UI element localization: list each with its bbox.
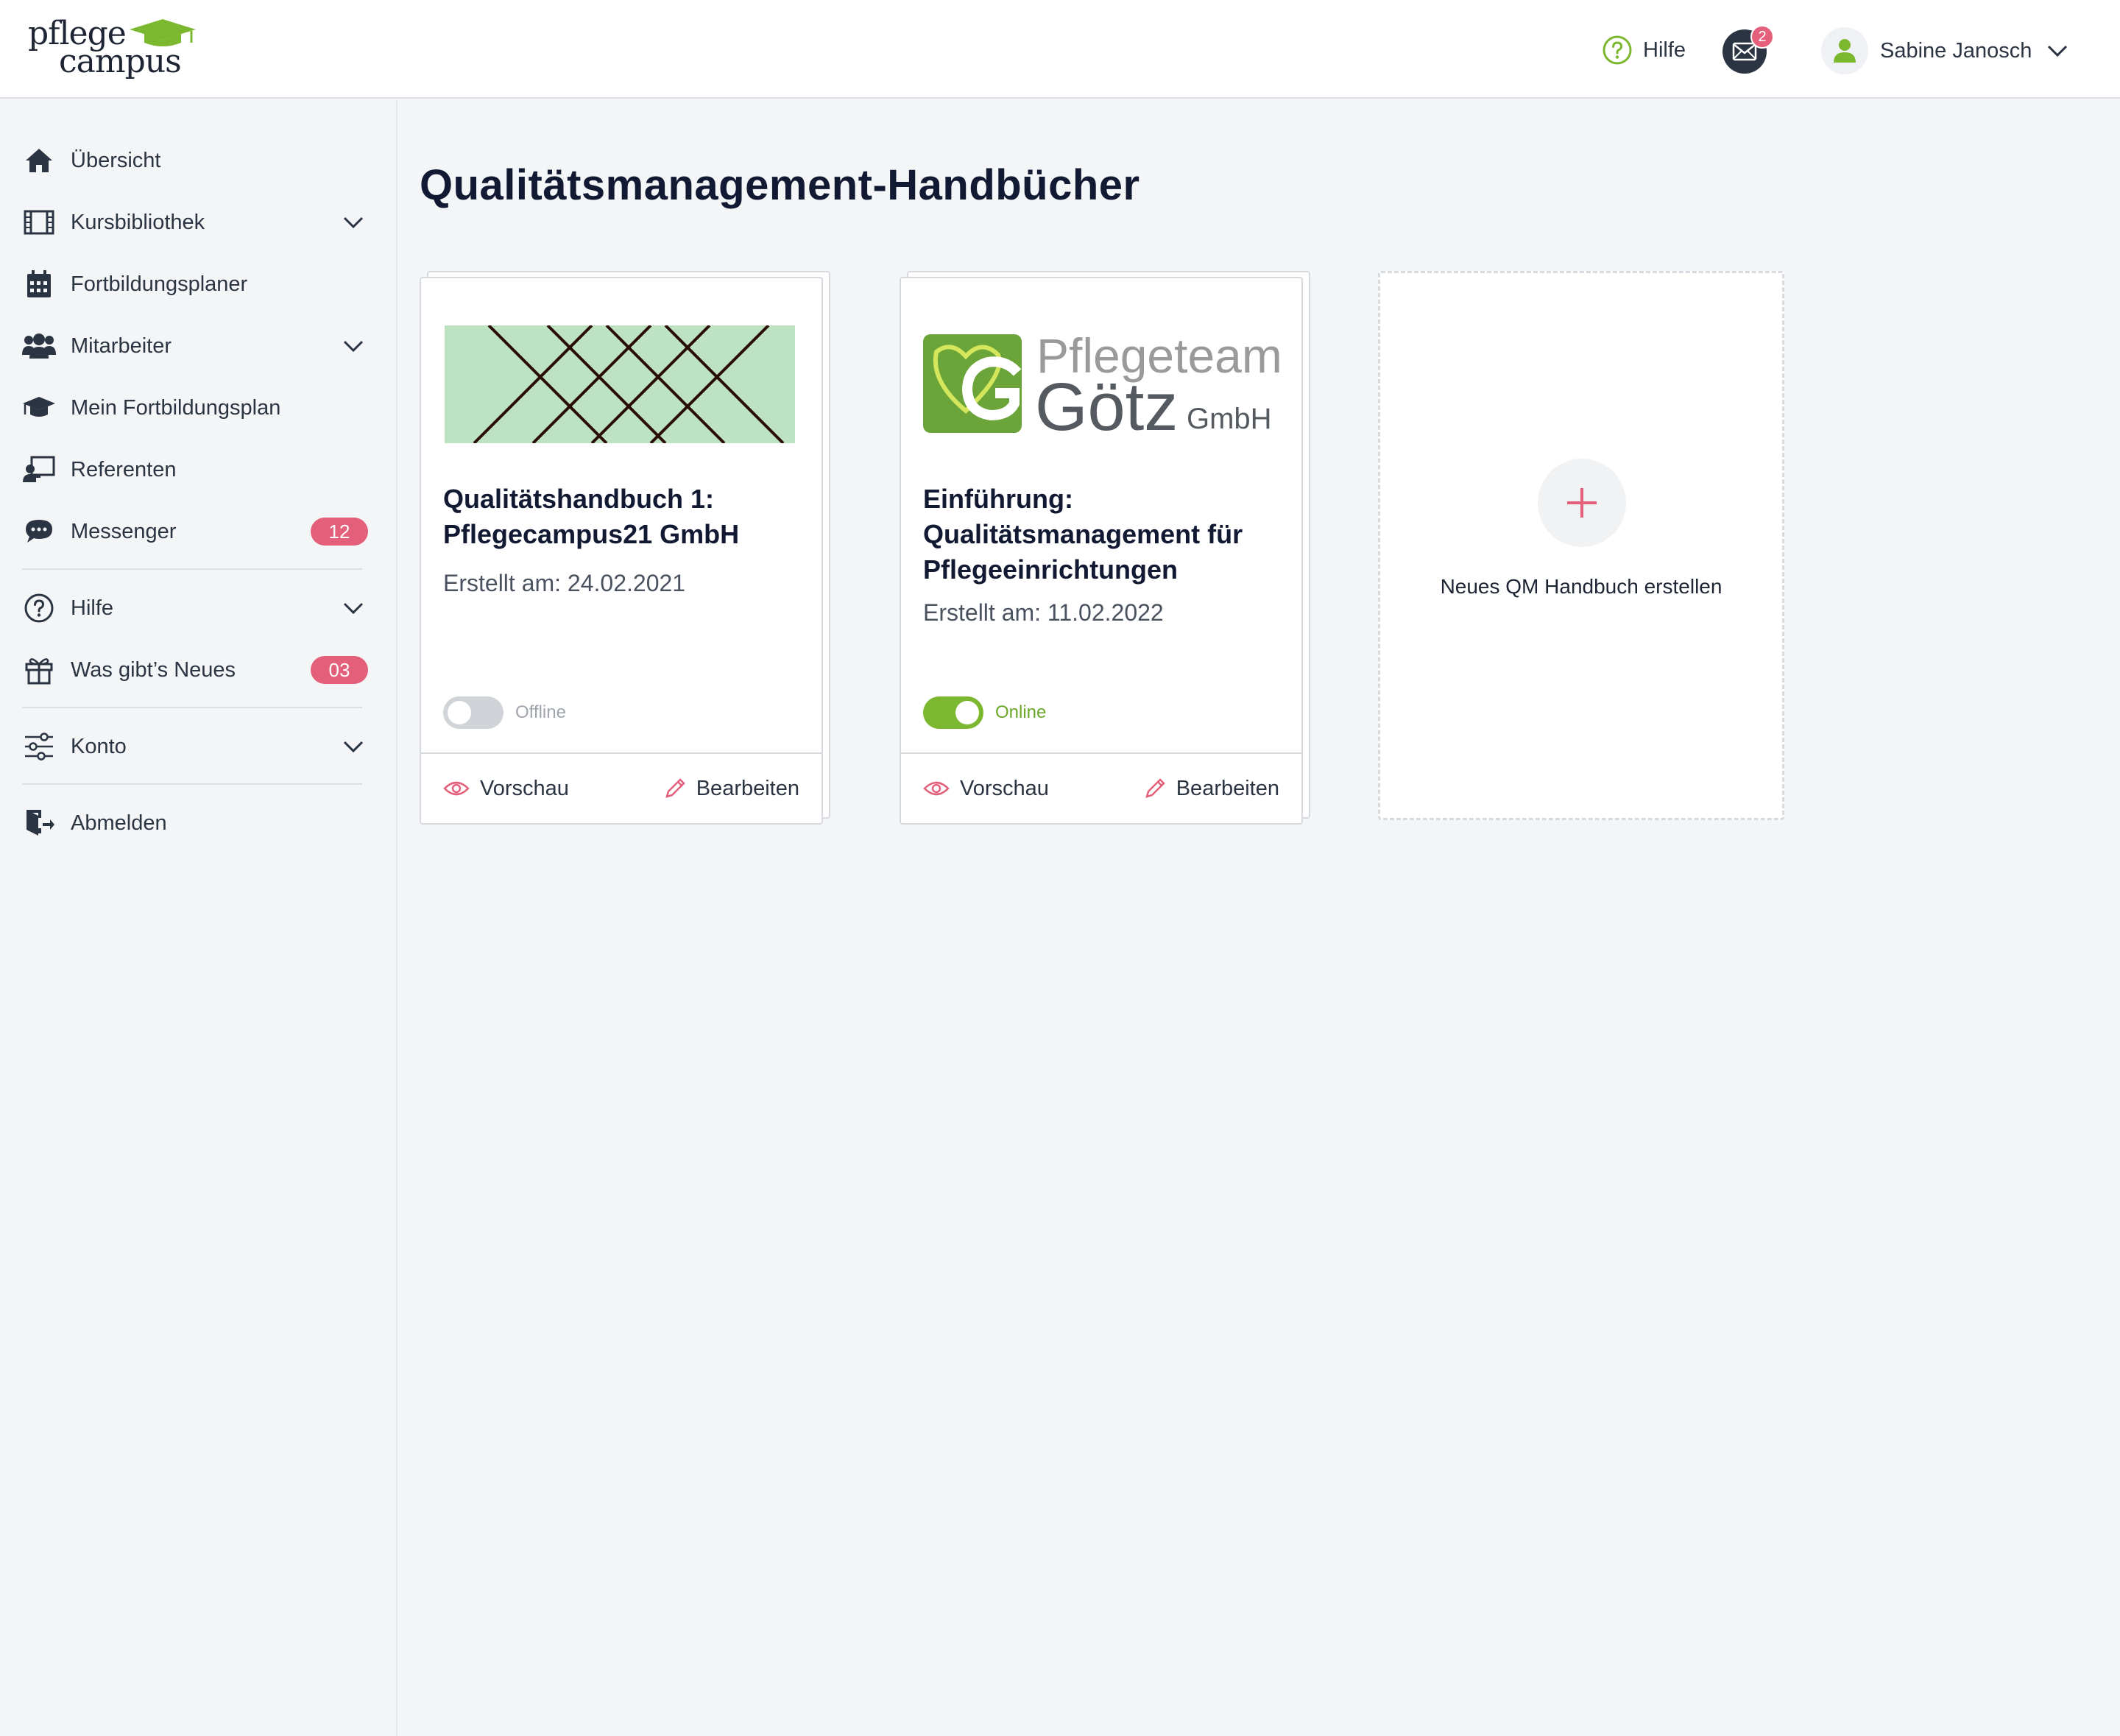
- handbook-thumbnail-logo: Pflegeteam Götz GmbH: [923, 330, 1284, 440]
- edit-label: Bearbeiten: [696, 776, 799, 800]
- presenter-icon: [22, 453, 56, 487]
- card-footer: Vorschau Bearbeiten: [901, 752, 1301, 823]
- user-menu[interactable]: Sabine Janosch: [1821, 27, 2068, 75]
- users-icon: [22, 329, 56, 363]
- sidebar-item-was-gibts-neues[interactable]: Was gibt’s Neues 03: [22, 646, 368, 694]
- eye-icon: [923, 781, 950, 796]
- pencil-icon: [665, 778, 685, 798]
- home-icon: [22, 144, 56, 177]
- card-body: Pflegeteam Götz GmbH Einführung: Qualitä…: [900, 277, 1303, 825]
- sidebar-item-mein-fortbildungsplan[interactable]: Mein Fortbildungsplan: [22, 384, 368, 431]
- preview-label: Vorschau: [480, 776, 569, 800]
- eye-icon: [443, 781, 470, 796]
- page-title: Qualitätsmanagement-Handbücher: [420, 161, 1140, 209]
- status-label: Online: [995, 702, 1047, 722]
- sidebar-item-label: Mitarbeiter: [71, 334, 172, 358]
- sidebar-item-label: Übersicht: [71, 148, 161, 172]
- sidebar-divider: [22, 783, 362, 785]
- chat-icon: [22, 515, 56, 548]
- card-created-date: Erstellt am: 24.02.2021: [443, 570, 686, 596]
- card-body: Qualitätshandbuch 1: Pflegecampus21 GmbH…: [420, 277, 823, 825]
- gift-icon: [22, 653, 56, 687]
- sidebar-divider: [22, 568, 362, 570]
- edit-button[interactable]: Bearbeiten: [664, 777, 799, 801]
- sidebar-item-mitarbeiter[interactable]: Mitarbeiter: [22, 322, 368, 370]
- sidebar-item-hilfe[interactable]: Hilfe: [22, 585, 368, 632]
- card-created-date: Erstellt am: 11.02.2022: [923, 599, 1164, 626]
- user-name: Sabine Janosch: [1880, 38, 2032, 63]
- qm-handbook-card[interactable]: Pflegeteam Götz GmbH Einführung: Qualitä…: [900, 271, 1310, 825]
- edit-label: Bearbeiten: [1176, 776, 1279, 800]
- preview-label: Vorschau: [960, 776, 1049, 800]
- create-new-handbook-card[interactable]: Neues QM Handbuch erstellen: [1378, 271, 1784, 820]
- sidebar-item-label: Kursbibliothek: [71, 210, 205, 234]
- sidebar-item-uebersicht[interactable]: Übersicht: [22, 137, 368, 184]
- handbook-thumbnail-placeholder: [445, 325, 795, 443]
- sidebar-item-konto[interactable]: Konto: [22, 723, 368, 770]
- sidebar-item-kursbibliothek[interactable]: Kursbibliothek: [22, 199, 368, 246]
- card-footer: Vorschau Bearbeiten: [421, 752, 822, 823]
- sidebar-item-label: Fortbildungsplaner: [71, 272, 248, 296]
- user-icon: [1834, 39, 1856, 63]
- chevron-down-icon: [2048, 45, 2068, 57]
- sidebar-item-label: Messenger: [71, 519, 177, 543]
- status-label: Offline: [515, 702, 566, 722]
- logo-line2: Götz: [1035, 370, 1178, 440]
- sidebar-item-messenger[interactable]: Messenger 12: [22, 508, 368, 555]
- sidebar-divider: [22, 707, 362, 708]
- qm-handbook-card[interactable]: Qualitätshandbuch 1: Pflegecampus21 GmbH…: [420, 271, 830, 825]
- header-help-label: Hilfe: [1643, 38, 1686, 62]
- preview-button[interactable]: Vorschau: [923, 777, 1049, 801]
- sidebar-item-label: Konto: [71, 734, 127, 758]
- chevron-down-icon[interactable]: [339, 208, 368, 237]
- messenger-count-badge: 12: [311, 518, 368, 546]
- chevron-down-icon[interactable]: [339, 732, 368, 761]
- sidebar: Übersicht Kursbibliothek Fortbildungspla…: [0, 100, 398, 1736]
- sidebar-item-label: Mein Fortbildungsplan: [71, 395, 281, 420]
- sliders-icon: [22, 730, 56, 763]
- sidebar-item-label: Hilfe: [71, 596, 114, 620]
- help-circle-icon: [22, 591, 56, 625]
- pencil-icon: [1145, 778, 1165, 798]
- create-new-handbook-label: Neues QM Handbuch erstellen: [1440, 575, 1723, 598]
- top-header: pflege campus Hilfe 2 Sabine Janosch: [0, 0, 2120, 99]
- header-help-link[interactable]: Hilfe: [1602, 34, 1686, 66]
- sidebar-item-referenten[interactable]: Referenten: [22, 446, 368, 493]
- pflegeteam-goetz-logo: Pflegeteam Götz GmbH: [923, 330, 1282, 440]
- film-icon: [22, 205, 56, 239]
- graduation-cap-logo-icon: [130, 19, 196, 46]
- avatar: [1821, 27, 1868, 74]
- messages-count-badge: 2: [1750, 25, 1774, 49]
- chevron-down-icon[interactable]: [339, 331, 368, 361]
- edit-button[interactable]: Bearbeiten: [1144, 777, 1279, 801]
- toggle-knob: [955, 701, 979, 724]
- online-toggle[interactable]: [923, 696, 983, 729]
- sidebar-item-fortbildungsplaner[interactable]: Fortbildungsplaner: [22, 261, 368, 308]
- card-title[interactable]: Qualitätshandbuch 1: Pflegecampus21 GmbH: [443, 481, 804, 552]
- help-circle-icon: [1603, 35, 1632, 65]
- sidebar-item-abmelden[interactable]: Abmelden: [22, 800, 368, 847]
- online-toggle[interactable]: [443, 696, 504, 729]
- sidebar-item-label: Referenten: [71, 457, 177, 481]
- plus-icon: [1567, 488, 1597, 518]
- preview-button[interactable]: Vorschau: [443, 777, 569, 801]
- news-count-badge: 03: [311, 656, 368, 684]
- sidebar-item-label: Was gibt’s Neues: [71, 657, 236, 682]
- graduation-cap-icon: [22, 391, 56, 425]
- messages-button[interactable]: 2: [1723, 25, 1774, 74]
- pflegecampus-logo[interactable]: pflege campus: [28, 15, 196, 81]
- card-title[interactable]: Einführung: Qualitätsmanagement für Pfle…: [923, 481, 1284, 588]
- toggle-knob: [448, 701, 471, 724]
- add-button[interactable]: [1538, 459, 1626, 547]
- calendar-icon: [22, 267, 56, 301]
- chevron-down-icon[interactable]: [339, 593, 368, 623]
- logo-line3: GmbH: [1187, 403, 1272, 435]
- sidebar-item-label: Abmelden: [71, 811, 167, 835]
- logout-icon: [22, 806, 56, 840]
